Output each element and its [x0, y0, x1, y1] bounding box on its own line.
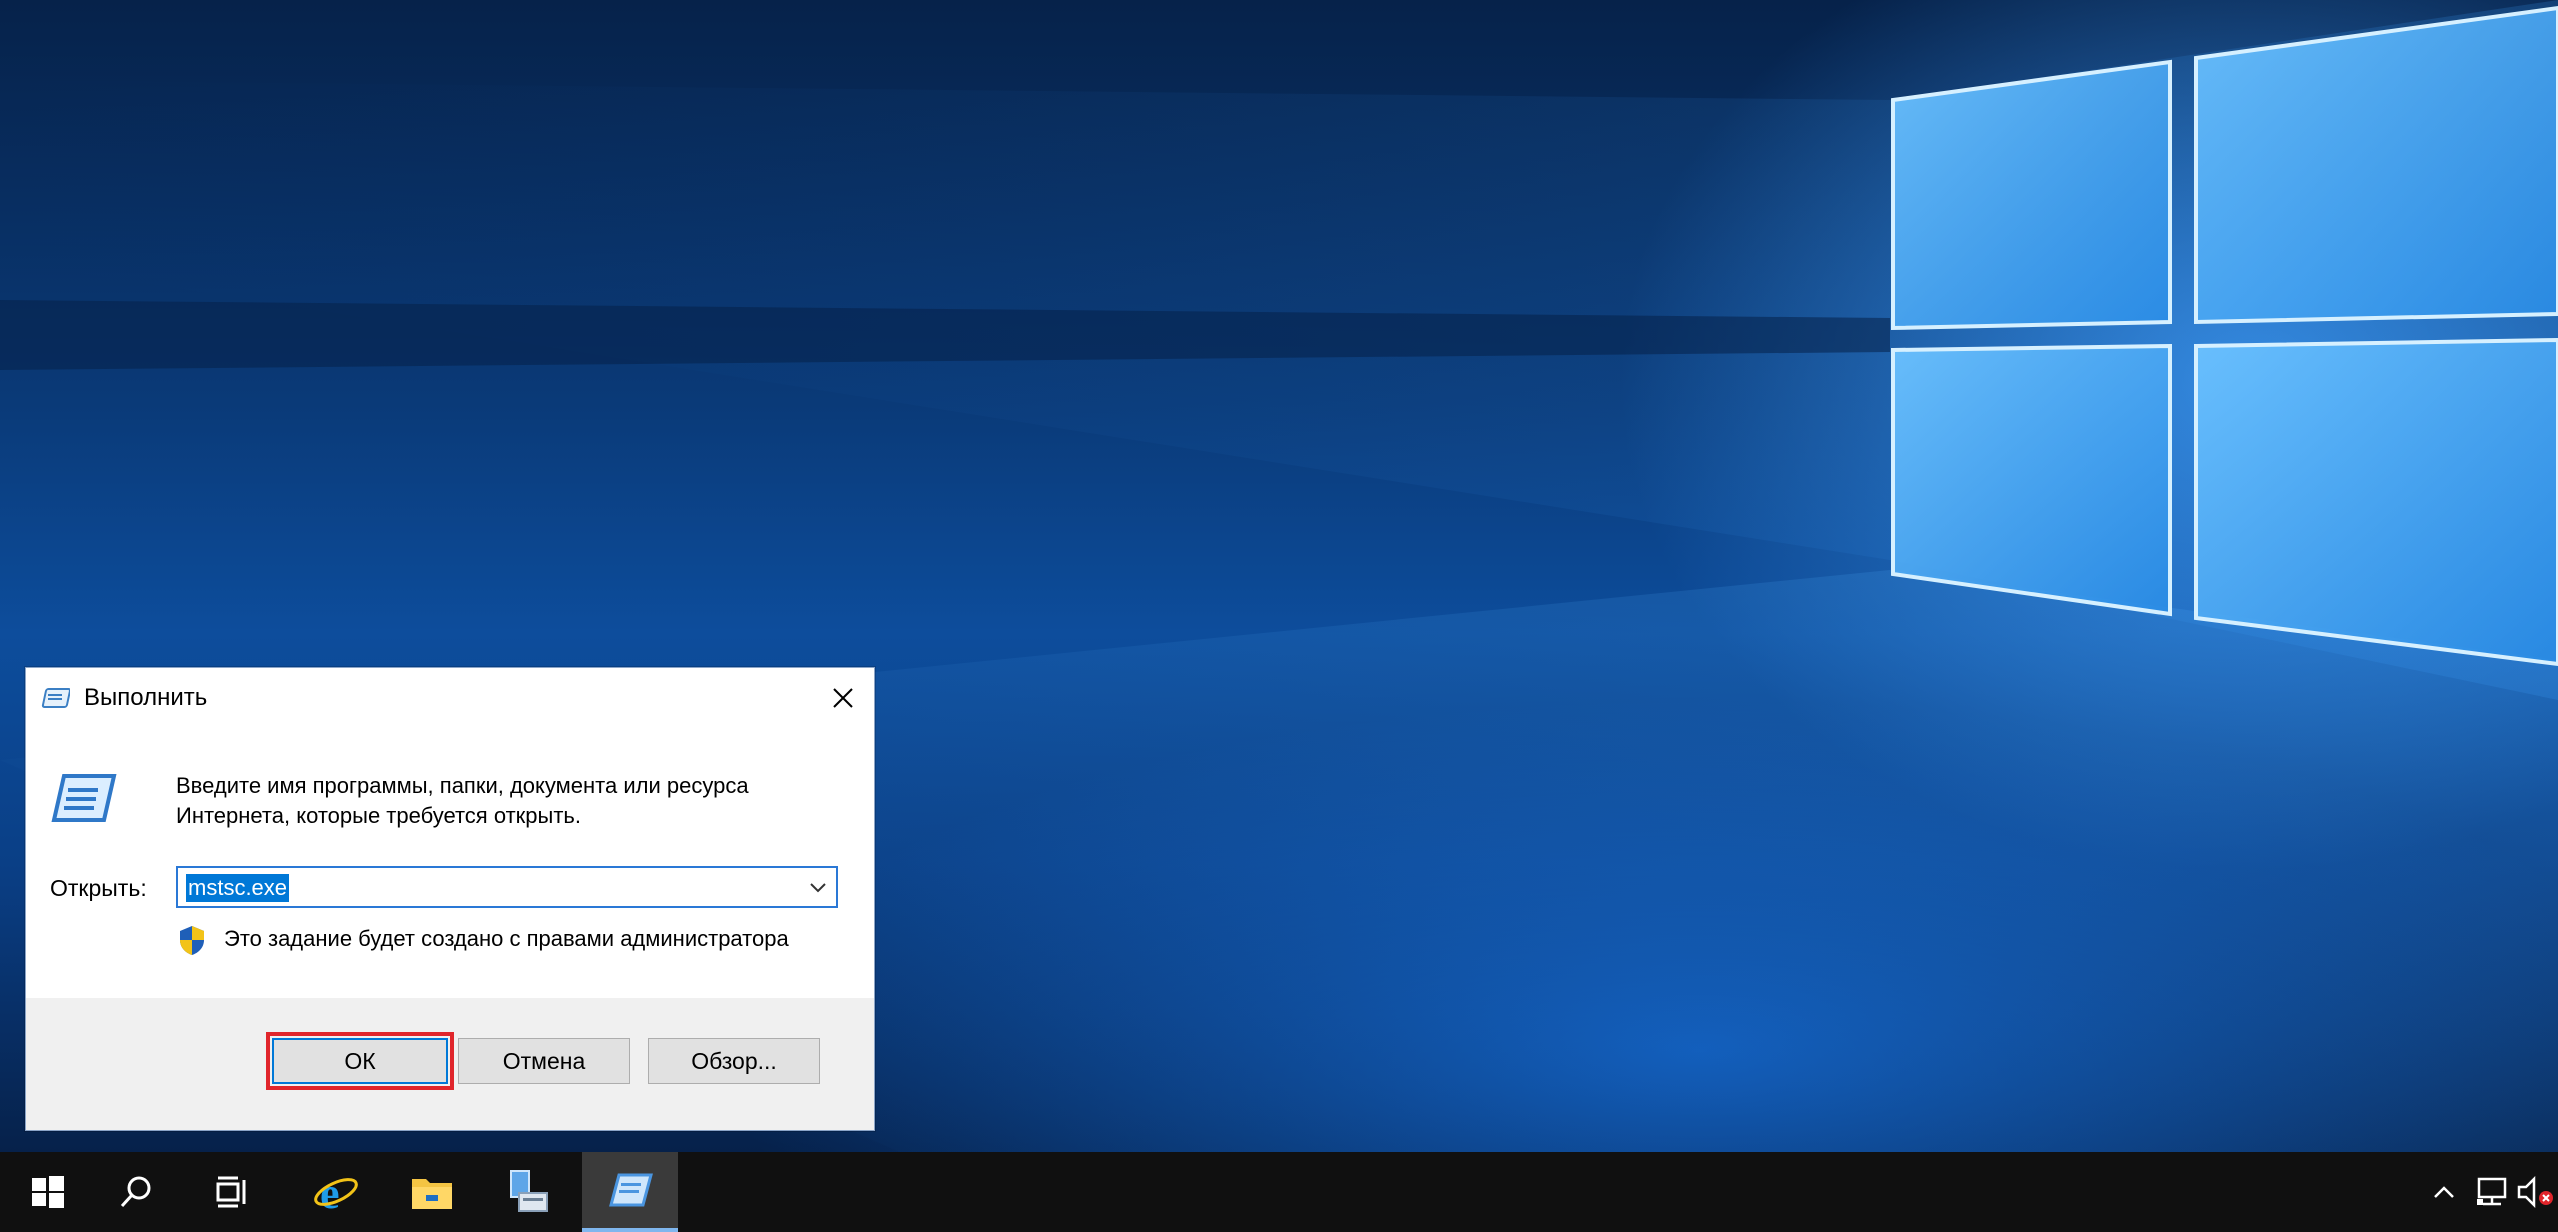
file-explorer-button[interactable]: [384, 1152, 480, 1232]
chevron-up-icon: [2434, 1186, 2454, 1198]
uac-shield-icon: [176, 924, 208, 956]
run-taskbar-button[interactable]: [582, 1152, 678, 1232]
network-icon: [2477, 1177, 2507, 1206]
show-hidden-icons-button[interactable]: [2424, 1152, 2464, 1232]
close-icon: [833, 688, 853, 708]
file-explorer-icon: [412, 1179, 452, 1209]
internet-explorer-icon: e: [314, 1169, 358, 1216]
task-view-button[interactable]: [184, 1152, 280, 1232]
open-label: Открыть:: [50, 875, 147, 901]
server-manager-button[interactable]: [480, 1152, 576, 1232]
run-icon: [40, 686, 72, 712]
run-program-icon: [48, 768, 118, 830]
internet-explorer-button[interactable]: e: [288, 1152, 384, 1232]
server-manager-icon: [510, 1170, 548, 1212]
search-icon: [120, 1176, 151, 1208]
dialog-description: Введите имя программы, папки, документа …: [176, 773, 749, 828]
cancel-button[interactable]: Отмена: [458, 1038, 630, 1084]
close-button[interactable]: [812, 668, 874, 728]
browse-button[interactable]: Обзор...: [648, 1038, 820, 1084]
start-icon: [32, 1176, 64, 1208]
task-view-icon: [216, 1176, 246, 1208]
open-input[interactable]: mstsc.exe: [186, 874, 290, 902]
dialog-title: Выполнить: [84, 684, 208, 711]
volume-muted-icon: [2517, 1176, 2553, 1208]
ok-button[interactable]: ОК: [266, 1032, 454, 1090]
volume-button[interactable]: [2516, 1152, 2556, 1232]
taskbar: e: [0, 1152, 2558, 1232]
admin-note: Это задание будет создано с правами адми…: [224, 926, 789, 951]
network-button[interactable]: [2470, 1152, 2514, 1232]
chevron-down-icon[interactable]: [806, 876, 830, 900]
start-button[interactable]: [0, 1152, 96, 1232]
run-dialog-titlebar[interactable]: Выполнить: [26, 668, 874, 730]
run-taskbar-icon: [609, 1173, 653, 1207]
search-button[interactable]: [88, 1152, 184, 1232]
svg-text:e: e: [320, 1169, 340, 1216]
run-dialog: Выполнить Введите имя программы, папки, …: [25, 667, 875, 1131]
open-combobox[interactable]: mstsc.exe: [176, 866, 838, 908]
